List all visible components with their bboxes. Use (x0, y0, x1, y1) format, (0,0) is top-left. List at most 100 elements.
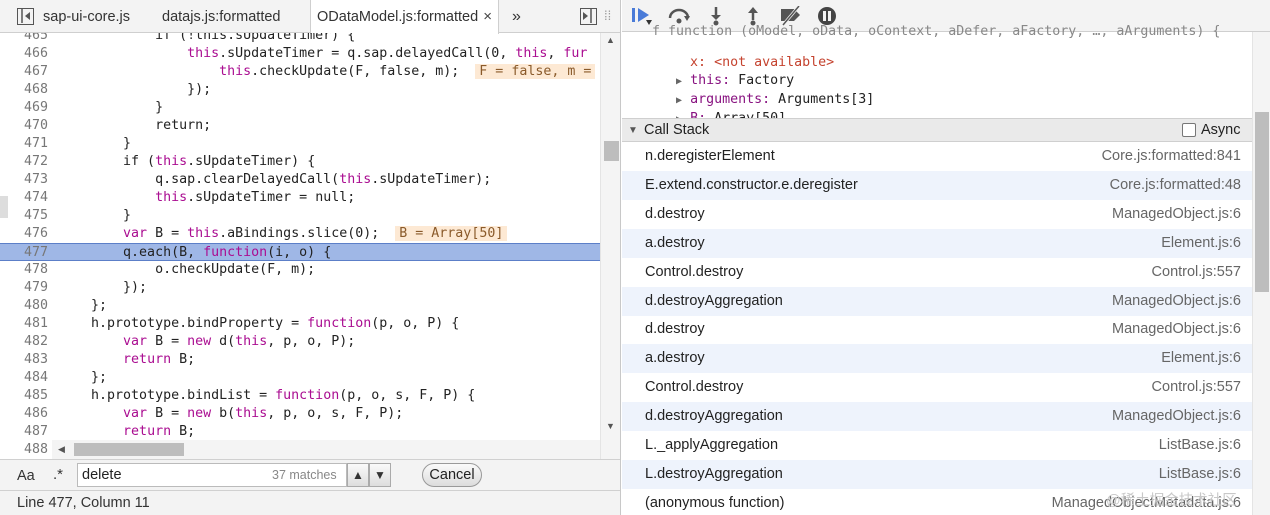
scrollbar-thumb[interactable] (74, 443, 184, 456)
line-number[interactable]: 465 (0, 33, 48, 45)
line-number[interactable]: 467 (0, 63, 48, 81)
frame-location-link[interactable]: Control.js:557 (1152, 379, 1241, 395)
editor-horizontal-scrollbar[interactable]: ◀ (52, 440, 600, 459)
code-line[interactable]: 483 return B; (0, 351, 600, 369)
scrollbar-thumb[interactable] (1255, 112, 1269, 292)
line-number[interactable]: 488 (0, 441, 48, 459)
code-line[interactable]: 468 }); (0, 81, 600, 99)
code-line[interactable]: 484 }; (0, 369, 600, 387)
line-number[interactable]: 484 (0, 369, 48, 387)
line-number[interactable]: 479 (0, 279, 48, 297)
next-match-button[interactable]: ▼ (369, 463, 391, 487)
code-line[interactable]: 475 } (0, 207, 600, 225)
call-frame[interactable]: Control.destroy Control.js:557 (622, 258, 1252, 287)
line-number[interactable]: 469 (0, 99, 48, 117)
line-number[interactable]: 476 (0, 225, 48, 243)
async-checkbox[interactable] (1182, 123, 1196, 137)
regex-toggle[interactable]: .* (53, 466, 63, 483)
tab-odatamodel[interactable]: ODataModel.js:formatted × (310, 0, 499, 34)
line-number[interactable]: 466 (0, 45, 48, 63)
match-case-toggle[interactable]: Aa (17, 468, 35, 484)
code-line[interactable]: 473 q.sap.clearDelayedCall(this.sUpdateT… (0, 171, 600, 189)
call-frame[interactable]: a.destroy Element.js:6 (622, 344, 1252, 374)
async-label[interactable]: Async (1201, 122, 1241, 138)
pane-resize-handle-icon[interactable]: ⁞⁞ (604, 8, 611, 23)
frame-location-link[interactable]: Core.js:formatted:48 (1110, 177, 1241, 193)
call-frame[interactable]: L._applyAggregation ListBase.js:6 (622, 431, 1252, 460)
scope-var-arguments[interactable]: ▶ arguments: Arguments[3] (628, 73, 874, 107)
tabs-overflow-icon[interactable]: » (512, 0, 521, 33)
line-number[interactable]: 472 (0, 153, 48, 171)
call-frame[interactable]: d.destroy ManagedObject.js:6 (622, 200, 1252, 229)
frame-location-link[interactable]: Element.js:6 (1161, 350, 1241, 366)
code-line[interactable]: 469 } (0, 99, 600, 117)
line-number[interactable]: 468 (0, 81, 48, 99)
call-frame[interactable]: d.destroyAggregation ManagedObject.js:6 (622, 402, 1252, 432)
frame-location-link[interactable]: Element.js:6 (1161, 235, 1241, 251)
scrollbar-thumb[interactable] (604, 141, 619, 161)
code-line[interactable]: 480 }; (0, 297, 600, 315)
tab-sap-ui-core[interactable]: sap-ui-core.js (43, 0, 130, 33)
code-line[interactable]: 472 if (this.sUpdateTimer) { (0, 153, 600, 171)
frame-location-link[interactable]: ListBase.js:6 (1159, 466, 1241, 482)
scope-var-b[interactable]: ▶ B: Array[50] (628, 92, 786, 126)
code-line[interactable]: 465 if (!this.sUpdateTimer) { (0, 33, 600, 45)
code-line[interactable]: 479 }); (0, 279, 600, 297)
line-number[interactable]: 483 (0, 351, 48, 369)
call-frame[interactable]: a.destroy Element.js:6 (622, 228, 1252, 258)
line-number[interactable]: 478 (0, 261, 48, 279)
collapse-triangle-icon[interactable]: ▼ (628, 125, 638, 136)
line-number[interactable]: 482 (0, 333, 48, 351)
code-line[interactable]: 466 this.sUpdateTimer = q.sap.delayedCal… (0, 45, 600, 63)
code-line[interactable]: 467 this.checkUpdate(F, false, m); F = f… (0, 63, 600, 81)
editor-vertical-scrollbar[interactable]: ▲ ▼ (600, 33, 620, 459)
call-frame[interactable]: n.deregisterElement Core.js:formatted:841 (622, 142, 1252, 171)
code-line[interactable]: 474 this.sUpdateTimer = null; (0, 189, 600, 207)
line-number[interactable]: 471 (0, 135, 48, 153)
frame-location-link[interactable]: ManagedObject.js:6 (1112, 321, 1241, 337)
call-frame[interactable]: d.destroyAggregation ManagedObject.js:6 (622, 286, 1252, 316)
code-line[interactable]: 476 var B = this.aBindings.slice(0); B =… (0, 225, 600, 243)
call-frame[interactable]: Control.destroy Control.js:557 (622, 373, 1252, 402)
code-editor[interactable]: 465 if (!this.sUpdateTimer) {466 this.sU… (0, 33, 600, 459)
code-line[interactable]: 470 return; (0, 117, 600, 135)
tab-datajs[interactable]: datajs.js:formatted (162, 0, 280, 33)
sidebar-vertical-scrollbar[interactable] (1252, 32, 1270, 515)
frame-location-link[interactable]: Control.js:557 (1152, 264, 1241, 280)
code-line[interactable]: 471 } (0, 135, 600, 153)
frame-location-link[interactable]: ListBase.js:6 (1159, 437, 1241, 453)
frame-location-link[interactable]: ManagedObject.js:6 (1112, 293, 1241, 309)
close-icon[interactable]: × (483, 8, 492, 25)
code-line[interactable]: 487 return B; (0, 423, 600, 441)
call-frame[interactable]: E.extend.constructor.e.deregister Core.js… (622, 170, 1252, 200)
line-number[interactable]: 486 (0, 405, 48, 423)
line-number[interactable]: 487 (0, 423, 48, 441)
scroll-up-icon[interactable]: ▲ (606, 35, 615, 45)
code-line[interactable]: 481 h.prototype.bindProperty = function(… (0, 315, 600, 333)
debugger-sidebar-toggle-icon[interactable] (580, 8, 597, 25)
scroll-left-icon[interactable]: ◀ (58, 444, 65, 455)
previous-match-button[interactable]: ▲ (347, 463, 369, 487)
cancel-search-button[interactable]: Cancel (422, 463, 482, 487)
sidebar-toggle-icon[interactable] (17, 8, 34, 25)
line-number[interactable]: 480 (0, 297, 48, 315)
line-number[interactable]: 485 (0, 387, 48, 405)
call-stack-header[interactable]: ▼ Call Stack Async (622, 118, 1252, 142)
line-number[interactable]: 481 (0, 315, 48, 333)
code-line[interactable]: 485 h.prototype.bindList = function(p, o… (0, 387, 600, 405)
line-number[interactable]: 473 (0, 171, 48, 189)
code-line[interactable]: 478 o.checkUpdate(F, m); (0, 261, 600, 279)
frame-function-name: Control.destroy (645, 379, 744, 396)
line-number[interactable]: 470 (0, 117, 48, 135)
frame-location-link[interactable]: Core.js:formatted:841 (1102, 148, 1241, 164)
call-frame[interactable]: d.destroy ManagedObject.js:6 (622, 315, 1252, 344)
call-frame[interactable]: L.destroyAggregation ListBase.js:6 (622, 459, 1252, 489)
code-line[interactable]: 486 var B = new b(this, p, o, s, F, P); (0, 405, 600, 423)
line-number[interactable]: 477 (0, 244, 48, 262)
scope-var-this[interactable]: ▶ this: Factory (628, 54, 794, 88)
code-line-current[interactable]: 477 q.each(B, function(i, o) { (0, 243, 600, 261)
frame-location-link[interactable]: ManagedObject.js:6 (1112, 206, 1241, 222)
code-line[interactable]: 482 var B = new d(this, p, o, P); (0, 333, 600, 351)
frame-location-link[interactable]: ManagedObject.js:6 (1112, 408, 1241, 424)
scroll-down-icon[interactable]: ▼ (606, 421, 615, 431)
